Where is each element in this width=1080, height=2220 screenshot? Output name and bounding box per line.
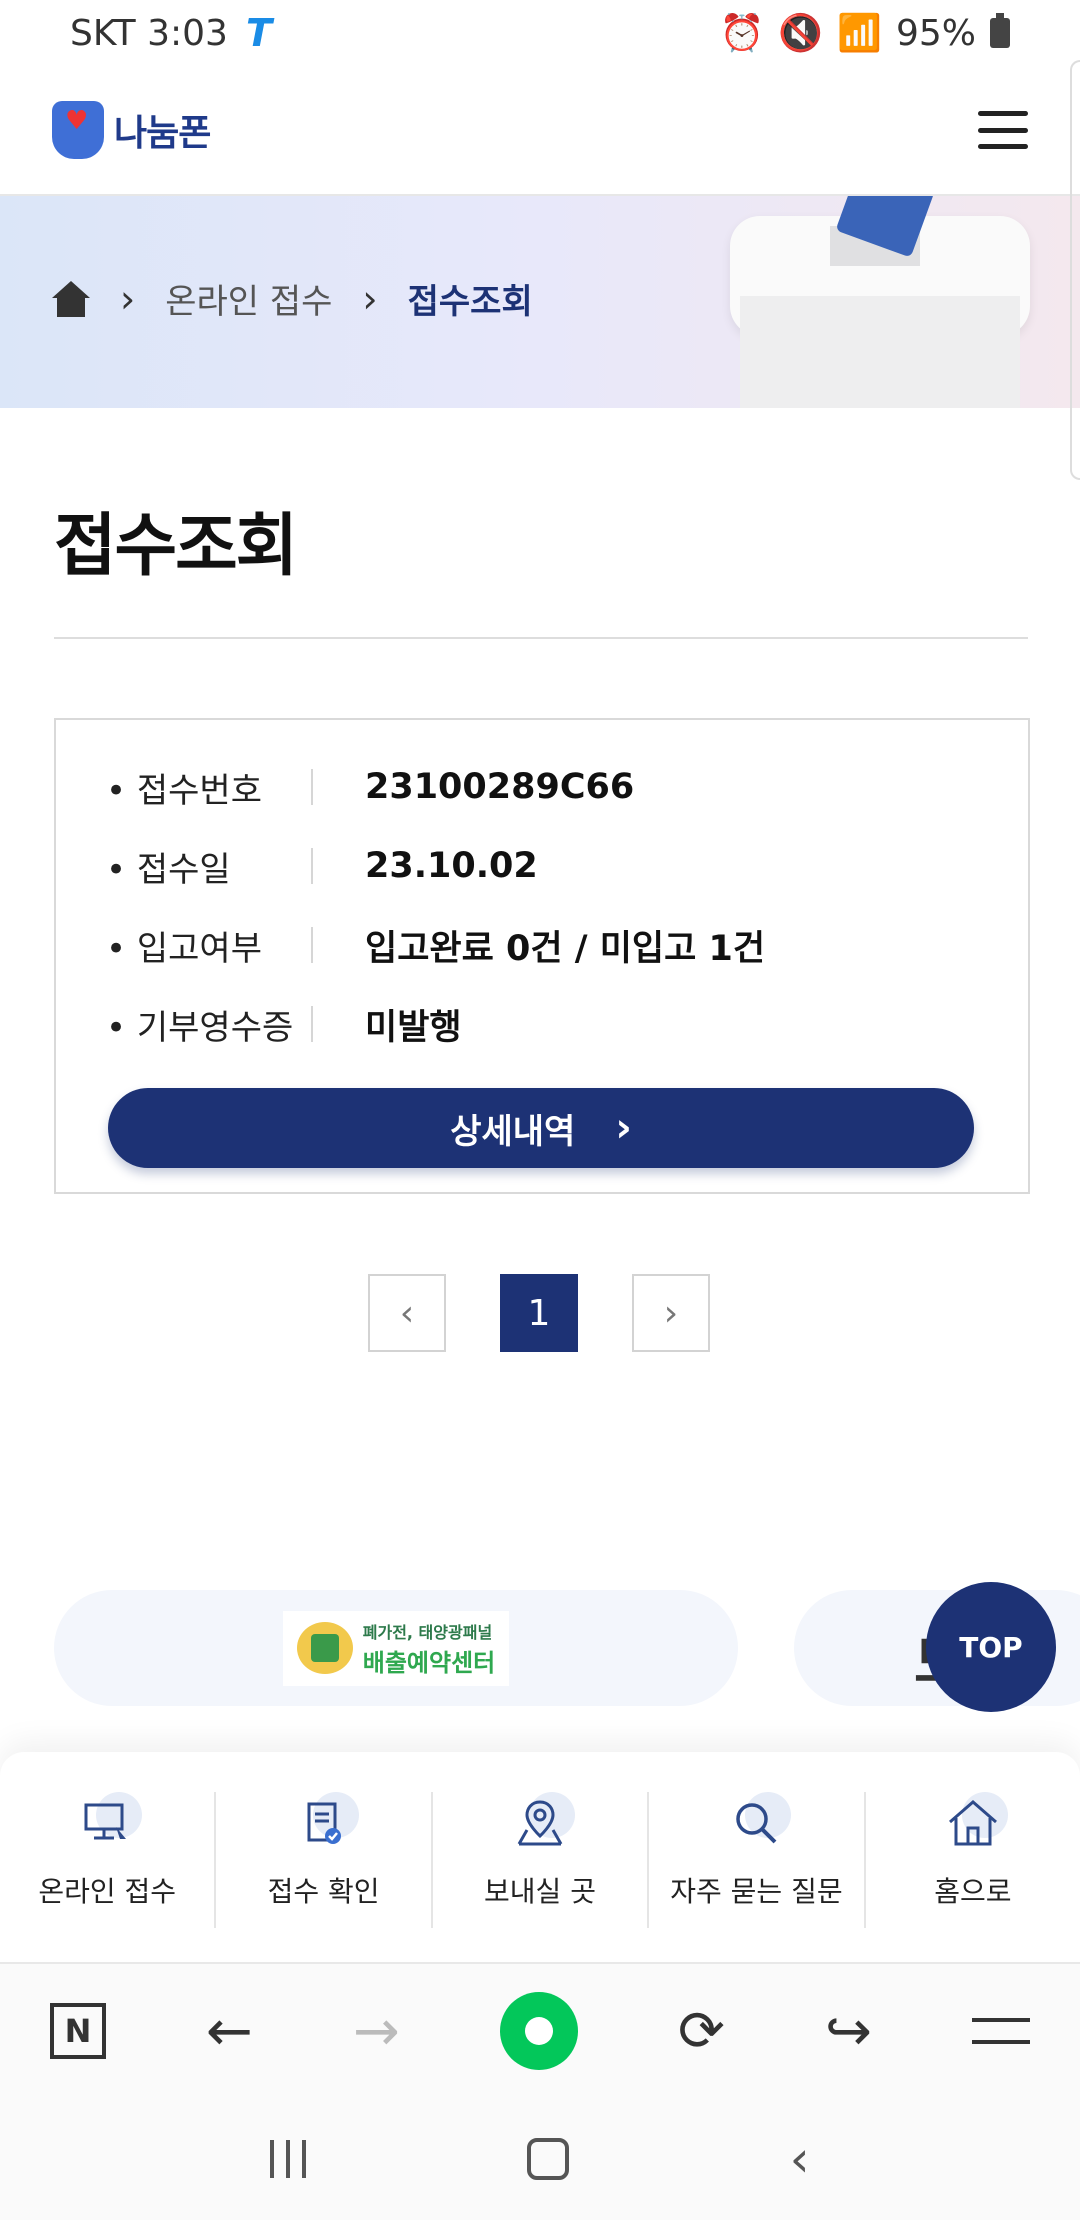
next-page-button[interactable]: ›	[632, 1274, 710, 1352]
naver-home-icon[interactable]: N	[50, 2003, 107, 2059]
quick-item-check[interactable]: 접수 확인	[216, 1792, 433, 1928]
page-title: 접수조회	[54, 507, 298, 586]
scroll-top-button[interactable]: TOP	[926, 1582, 1056, 1712]
detail-button[interactable]: 상세내역 ›	[108, 1088, 974, 1168]
recent-apps-icon[interactable]	[270, 2140, 307, 2178]
mute-icon: 🔇	[778, 13, 824, 54]
promo-logo-icon	[296, 1622, 353, 1674]
clipboard-check-icon	[289, 1792, 359, 1854]
side-panel-handle[interactable]	[1070, 60, 1080, 480]
row-label: 접수번호	[106, 763, 311, 812]
row-label: 입고여부	[106, 921, 311, 970]
carrier-time: SKT 3:03	[70, 12, 228, 54]
receipt-row: 기부영수증 미발행	[106, 999, 462, 1049]
chevron-right-icon: ›	[362, 276, 378, 321]
promo-banner[interactable]: 폐가전, 태양광패널 배출예약센터	[54, 1590, 738, 1706]
chevron-right-icon: ›	[615, 1105, 632, 1151]
browser-menu-icon[interactable]	[971, 2018, 1030, 2044]
back-arrow-icon[interactable]: ←	[206, 1999, 253, 2064]
quick-item-address[interactable]: 보내실 곳	[433, 1792, 650, 1928]
quick-item-label: 보내실 곳	[484, 1875, 596, 1908]
pagination: ‹ 1 ›	[368, 1274, 710, 1352]
quick-item-online[interactable]: 온라인 접수	[0, 1792, 217, 1928]
quick-item-faq[interactable]: 자주 묻는 질문	[649, 1792, 866, 1928]
site-header: 나눔폰	[0, 66, 1080, 196]
home-icon	[938, 1792, 1008, 1854]
alarm-icon: ⏰	[719, 13, 765, 54]
browser-toolbar: N ← → ⟳ ↪	[0, 1962, 1080, 2098]
detail-button-label: 상세내역	[450, 1111, 576, 1152]
quick-item-label: 홈으로	[934, 1875, 1012, 1908]
quick-item-label: 접수 확인	[267, 1875, 380, 1908]
forward-arrow-icon[interactable]: →	[353, 1999, 400, 2064]
computer-icon	[72, 1792, 143, 1854]
receipt-card: 접수번호 23100289C66 접수일 23.10.02 입고여부 입고완료 …	[54, 718, 1030, 1194]
row-label: 접수일	[106, 842, 311, 891]
battery-icon	[990, 13, 1010, 48]
row-label: 기부영수증	[106, 1000, 311, 1049]
page-number-button[interactable]: 1	[500, 1274, 578, 1352]
home-icon[interactable]	[52, 280, 90, 317]
tmap-app-icon: T	[245, 11, 272, 55]
search-icon	[721, 1792, 792, 1854]
logo-text: 나눔폰	[114, 113, 211, 154]
back-icon[interactable]: ‹	[790, 2130, 810, 2188]
quick-item-label: 온라인 접수	[38, 1875, 177, 1908]
breadcrumb-item-online[interactable]: 온라인 접수	[165, 274, 332, 323]
green-dot-icon[interactable]	[499, 1992, 578, 2070]
row-value: 미발행	[365, 1007, 462, 1048]
quick-item-home[interactable]: 홈으로	[866, 1792, 1080, 1928]
receipt-row: 입고여부 입고완료 0건 / 미입고 1건	[106, 920, 765, 970]
breadcrumb: › 온라인 접수 › 접수조회	[52, 274, 533, 323]
donation-box-illustration	[710, 196, 1050, 408]
map-pin-icon	[505, 1792, 576, 1854]
site-logo[interactable]: 나눔폰	[52, 101, 211, 159]
status-bar: SKT 3:03 T ⏰ 🔇 📶 95%	[0, 0, 1080, 66]
promo-subtext: 폐가전, 태양광패널	[362, 1622, 493, 1642]
divider	[54, 637, 1028, 639]
wifi-icon: 📶	[837, 13, 882, 54]
breadcrumb-item-current: 접수조회	[407, 282, 533, 322]
quick-menu: 온라인 접수 접수 확인 보내실 곳 자주 묻는 질문 홈으로	[0, 1752, 1080, 1962]
hamburger-menu-icon[interactable]	[978, 111, 1028, 149]
promo-title: 배출예약센터	[362, 1648, 496, 1677]
quick-item-label: 자주 묻는 질문	[670, 1875, 843, 1908]
receipt-row: 접수일 23.10.02	[106, 841, 538, 891]
home-button-icon[interactable]	[526, 2138, 569, 2180]
refresh-icon[interactable]: ⟳	[678, 1999, 725, 2064]
android-nav-bar: ‹	[0, 2098, 1080, 2220]
row-value: 입고완료 0건 / 미입고 1건	[365, 928, 766, 969]
receipt-row: 접수번호 23100289C66	[106, 762, 634, 812]
logo-mark-icon	[52, 101, 104, 159]
battery-percent: 95%	[895, 12, 976, 54]
row-value: 23100289C66	[365, 767, 635, 807]
page-banner: › 온라인 접수 › 접수조회	[0, 196, 1080, 408]
share-icon[interactable]: ↪	[825, 1999, 872, 2064]
prev-page-button[interactable]: ‹	[368, 1274, 446, 1352]
chevron-right-icon: ›	[120, 276, 136, 321]
row-value: 23.10.02	[365, 846, 538, 886]
